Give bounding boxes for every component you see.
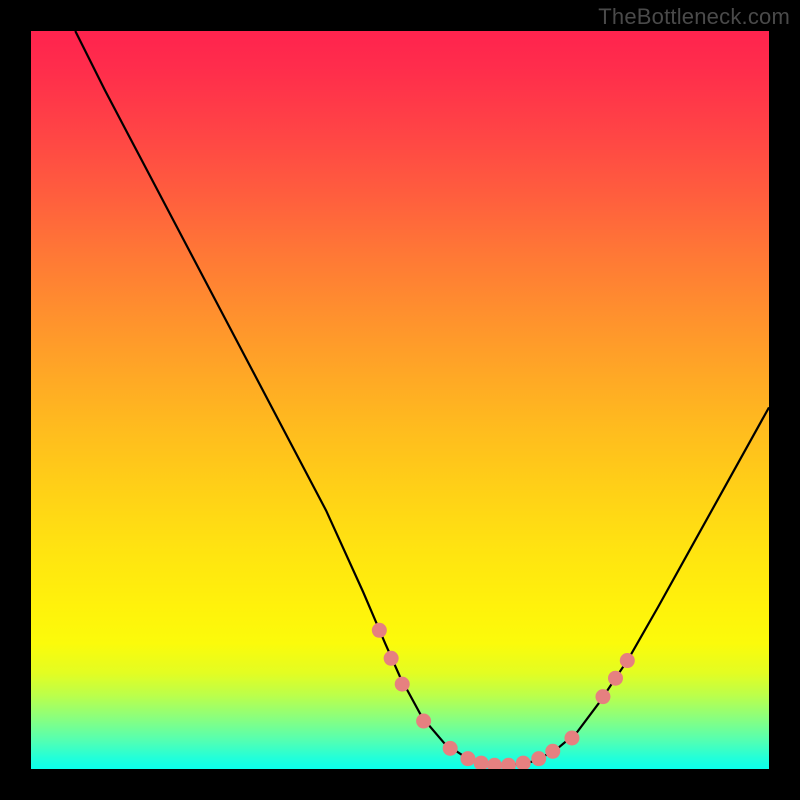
marker-point	[384, 651, 399, 666]
marker-point	[372, 623, 387, 638]
marker-point	[545, 744, 560, 759]
marker-point	[460, 751, 475, 766]
marker-point	[564, 731, 579, 746]
marker-point	[516, 756, 531, 769]
plot-area	[31, 31, 769, 769]
curve-layer	[31, 31, 769, 769]
marker-point	[395, 677, 410, 692]
watermark-text: TheBottleneck.com	[598, 4, 790, 30]
bottleneck-curve	[75, 31, 769, 765]
marker-point	[487, 758, 502, 769]
marker-point	[531, 751, 546, 766]
marker-point	[620, 653, 635, 668]
marker-point	[416, 714, 431, 729]
marker-point	[608, 671, 623, 686]
marker-point	[474, 756, 489, 769]
marker-point	[501, 758, 516, 769]
marker-point	[595, 689, 610, 704]
marker-point	[443, 741, 458, 756]
chart-container: TheBottleneck.com	[0, 0, 800, 800]
